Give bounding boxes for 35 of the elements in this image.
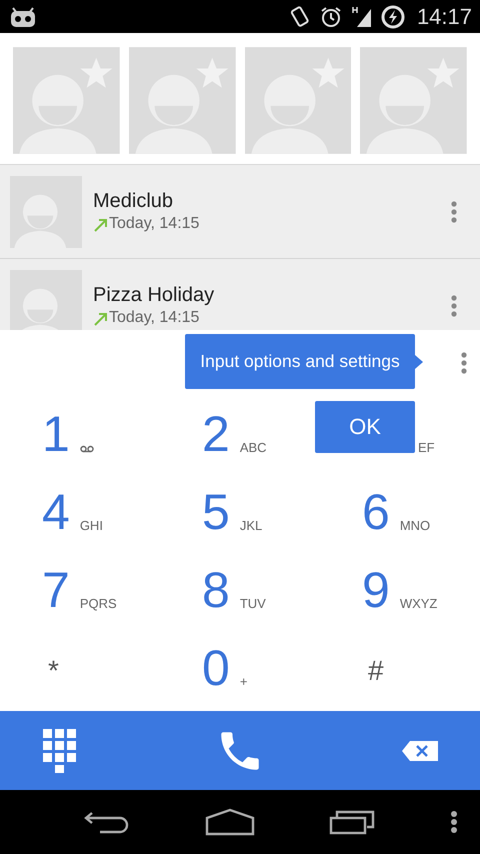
rotation-icon (288, 4, 311, 28)
dial-key[interactable]: 7 PQRS (42, 565, 117, 615)
dial-key[interactable]: 2 ABC (202, 409, 267, 459)
more-options-icon[interactable] (450, 810, 458, 834)
dial-key[interactable]: 1 (42, 409, 94, 459)
tooltip: Input options and settings (185, 334, 415, 389)
recent-apps-icon[interactable] (329, 809, 376, 835)
outgoing-call-icon (93, 311, 109, 327)
dial-key[interactable]: EF (418, 440, 435, 459)
dial-key[interactable]: 9 WXYZ (362, 565, 438, 615)
dial-key[interactable]: 5 JKL (202, 487, 262, 537)
alarm-icon (318, 4, 343, 28)
backspace-icon[interactable] (402, 740, 438, 760)
outgoing-call-icon (93, 217, 109, 233)
clock: 14:17 (416, 4, 472, 30)
battery-charging-icon (380, 4, 405, 28)
signal-icon (350, 4, 373, 28)
voicemail-icon (80, 445, 94, 453)
dial-key[interactable]: 6 MNO (362, 487, 430, 537)
back-icon[interactable] (84, 809, 130, 835)
dial-key[interactable]: 0 + (202, 643, 248, 693)
contact-name: Mediclub (93, 190, 174, 213)
robot-icon (8, 6, 38, 28)
dial-key[interactable]: 8 TUV (202, 565, 266, 615)
call-time: Today, 14:15 (109, 215, 200, 233)
call-log-row[interactable]: Mediclub Today, 14:15 (0, 165, 480, 259)
dial-key[interactable]: 4 GHI (42, 487, 103, 537)
dialpad-icon[interactable] (43, 728, 77, 772)
dial-key[interactable]: * (42, 657, 59, 693)
ok-button[interactable]: OK (315, 401, 415, 453)
call-time: Today, 14:15 (109, 309, 200, 327)
tooltip-pointer-icon (415, 354, 423, 368)
contact-name: Pizza Holiday (93, 284, 216, 307)
dial-key[interactable]: # (362, 657, 384, 693)
home-icon[interactable] (204, 808, 255, 836)
